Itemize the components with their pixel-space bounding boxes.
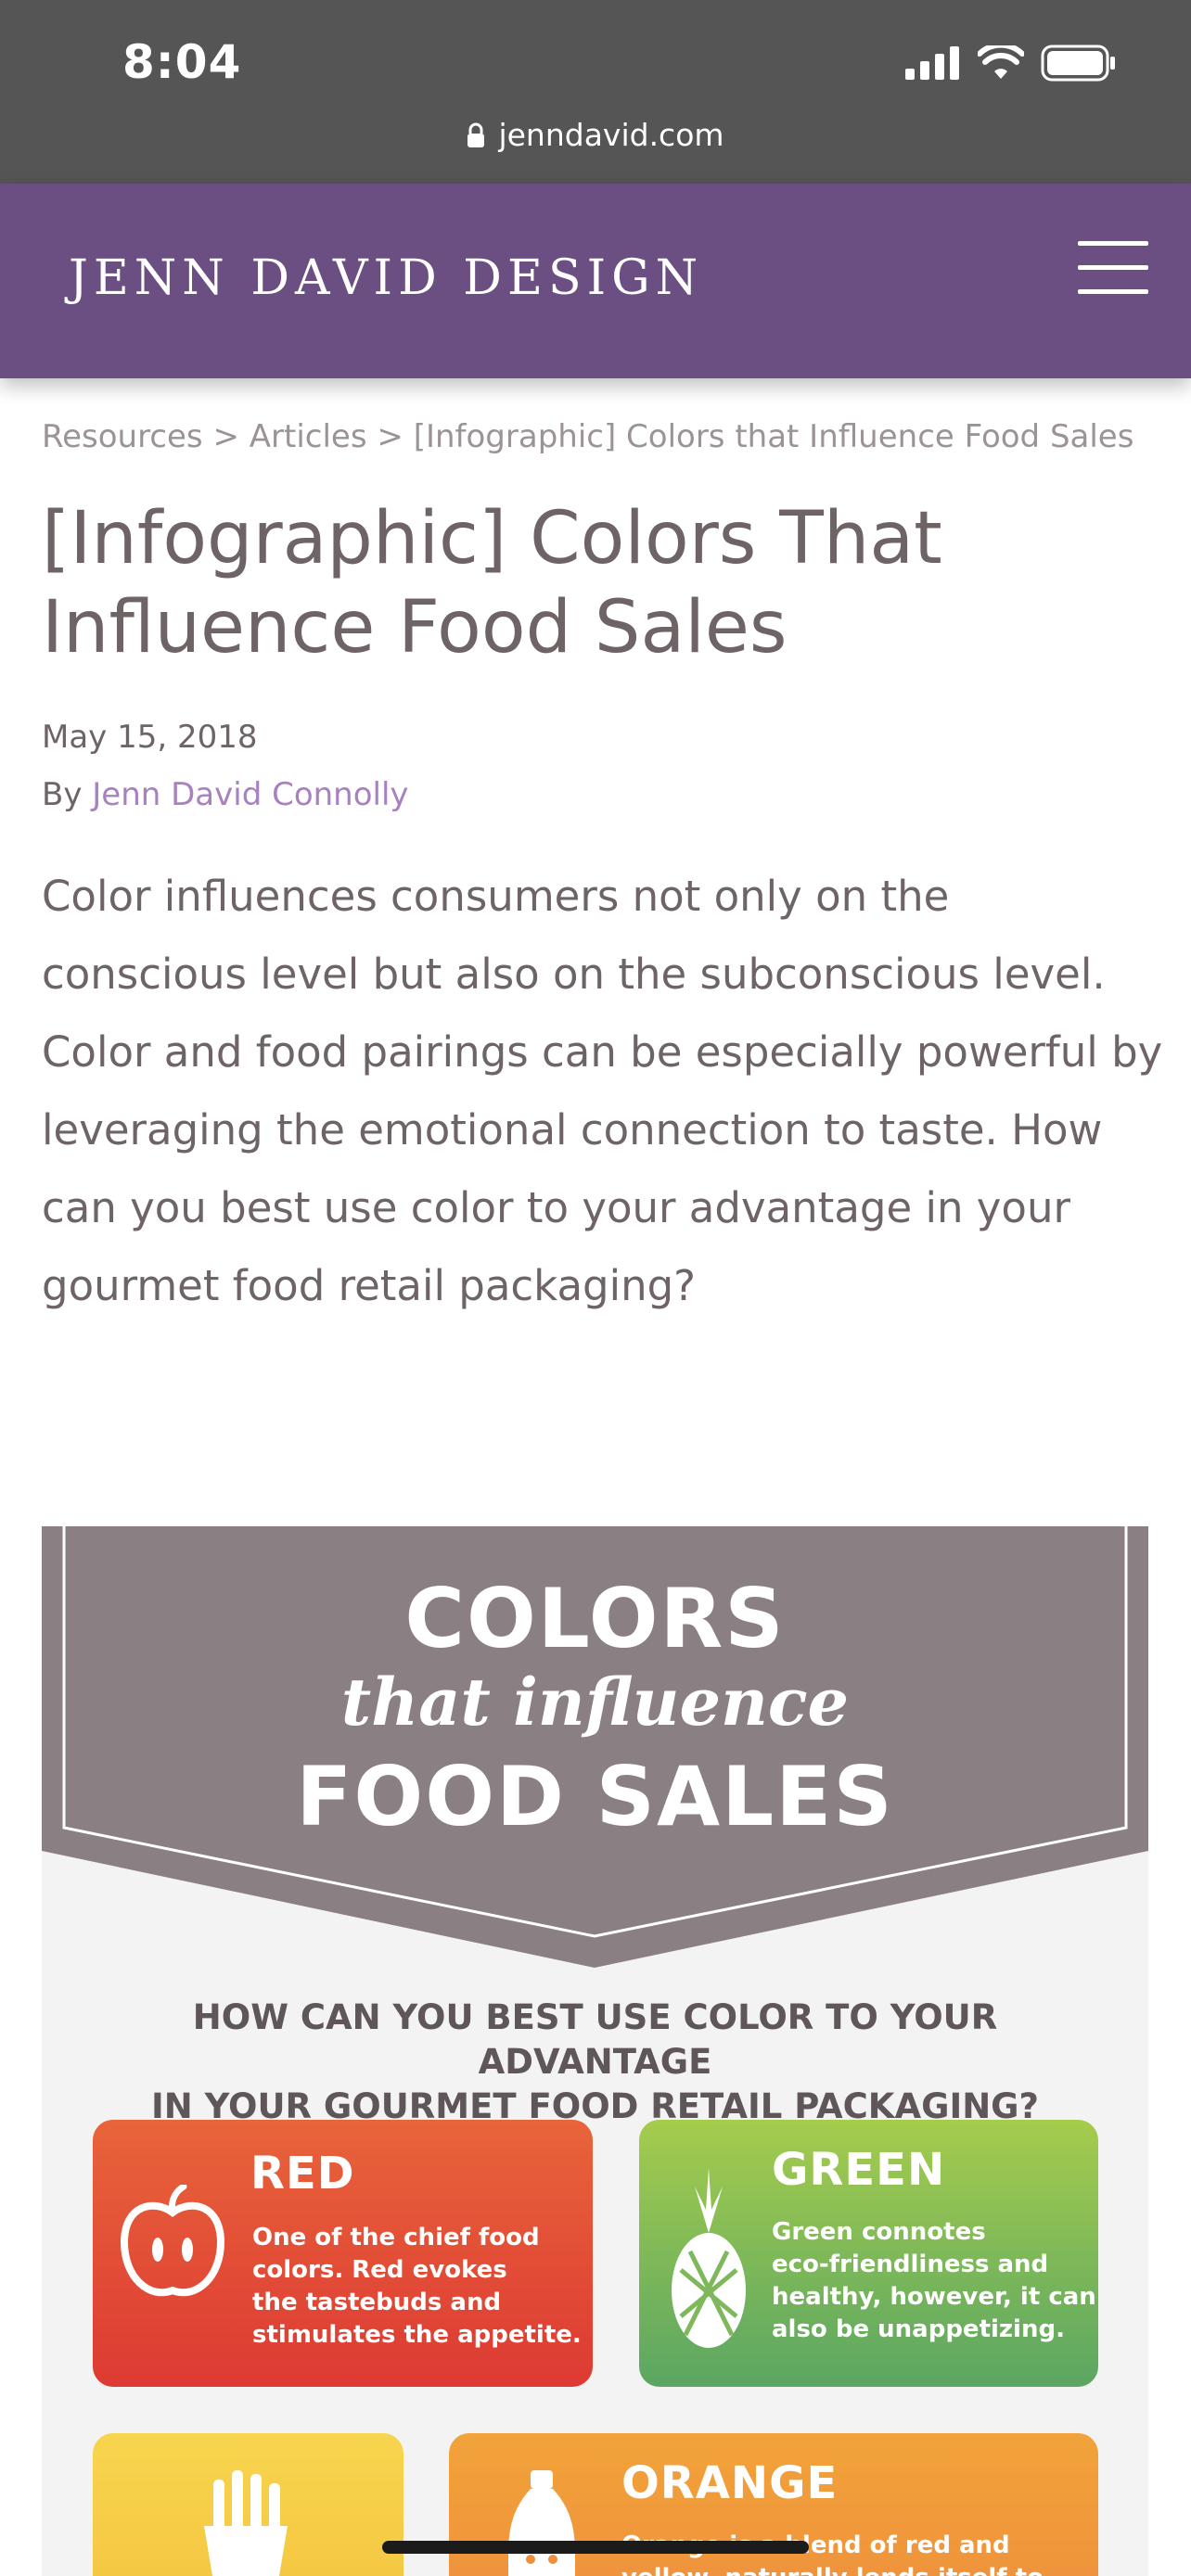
url-text: jenndavid.com [498, 117, 724, 153]
status-icons [905, 45, 1117, 82]
breadcrumb-current: [Infographic] Colors that Influence Food… [413, 418, 1134, 455]
card-orange-heading: ORANGE [621, 2457, 839, 2509]
signal-icon [905, 46, 959, 80]
battery-icon [1041, 45, 1115, 82]
home-indicator[interactable] [382, 2541, 809, 2554]
hamburger-menu-icon[interactable] [1078, 241, 1148, 297]
bottle-icon [508, 2470, 575, 2576]
card-red-line: the tastebuds and [252, 2289, 502, 2316]
infographic-title-colors: COLORS [404, 1571, 786, 1666]
breadcrumb-resources[interactable]: Resources [42, 418, 203, 455]
card-green-line: Green connotes [772, 2218, 986, 2246]
infographic-title-food-sales: FOOD SALES [296, 1749, 894, 1844]
post-date: May 15, 2018 [42, 719, 258, 756]
card-red-body: One of the chief food colors. Red evokes… [252, 2222, 582, 2352]
card-orange-line: yellow, naturally lends itself to [621, 2562, 1044, 2576]
breadcrumb-separator: > [377, 418, 403, 455]
author-prefix: By [42, 776, 83, 813]
card-red-line: stimulates the appetite. [252, 2321, 582, 2349]
fries-icon [204, 2470, 288, 2576]
wifi-icon [978, 45, 1024, 79]
site-header: JENN DAVID DESIGN [0, 184, 1191, 378]
url-bar[interactable]: jenndavid.com [0, 117, 1191, 153]
card-green-heading: GREEN [772, 2144, 946, 2196]
question-line-1: HOW CAN YOU BEST USE COLOR TO YOUR ADVAN… [192, 1997, 998, 2082]
infographic-question: HOW CAN YOU BEST USE COLOR TO YOUR ADVAN… [79, 1996, 1111, 2129]
card-red-heading: RED [250, 2148, 355, 2200]
article: Resources > Articles > [Infographic] Col… [42, 408, 1162, 1325]
status-bar: 8:04 jenndavid.com [0, 0, 1191, 184]
color-card-orange: ORANGE Orange is a blend of red and yell… [449, 2433, 1098, 2576]
page-title: [Infographic] Colors That Influence Food… [42, 497, 942, 670]
card-green-body: Green connotes eco-friendliness and heal… [772, 2216, 1096, 2346]
status-time: 8:04 [122, 35, 242, 89]
card-green-line: also be unappetizing. [772, 2315, 1065, 2343]
lock-icon [467, 122, 485, 147]
breadcrumb-separator: > [212, 418, 239, 455]
author-link[interactable]: Jenn David Connolly [92, 776, 408, 813]
card-green-line: healthy, however, it can [772, 2283, 1096, 2311]
card-green-line: eco-friendliness and [772, 2251, 1049, 2278]
infographic-title-that-influence: that influence [340, 1664, 850, 1741]
apple-icon [120, 2185, 225, 2297]
breadcrumb-articles[interactable]: Articles [250, 418, 367, 455]
site-logo[interactable]: JENN DAVID DESIGN [69, 250, 703, 306]
pineapple-icon [672, 2168, 746, 2348]
card-red-line: One of the chief food [252, 2224, 540, 2251]
breadcrumb: Resources > Articles > [Infographic] Col… [42, 408, 1155, 466]
color-card-green: GREEN Green connotes eco-friendliness an… [639, 2120, 1098, 2387]
post-author: By Jenn David Connolly [42, 776, 1155, 813]
color-card-red: RED One of the chief food colors. Red ev… [93, 2120, 593, 2387]
infographic-image: COLORS that influence FOOD SALES HOW CAN… [42, 1526, 1148, 2576]
intro-paragraph: Color influences consumers not only on t… [42, 872, 1163, 1310]
color-card-yellow [93, 2433, 403, 2576]
card-red-line: colors. Red evokes [252, 2256, 507, 2284]
